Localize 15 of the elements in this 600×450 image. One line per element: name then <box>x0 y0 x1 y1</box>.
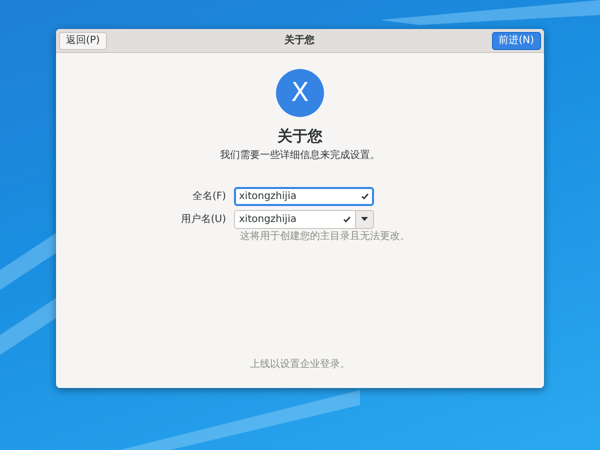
next-button[interactable]: 前进(N) <box>492 32 541 50</box>
window-title: 关于您 <box>284 34 314 48</box>
text-field[interactable]: xitongzhijia <box>234 210 356 228</box>
dropdown-button[interactable] <box>356 210 374 228</box>
hint-text: 这将用于创建您的主目录且无法更改。 <box>240 230 410 244</box>
text-field[interactable]: xitongzhijia <box>234 186 374 206</box>
caret-icon <box>361 217 368 221</box>
field-label: 全名(F) <box>191 190 226 204</box>
subtitle: 我们需要一些详细信息来完成设置。 <box>220 148 380 162</box>
field-label: 用户名(U) <box>180 212 226 226</box>
checkmark-icon <box>343 216 351 222</box>
avatar[interactable]: X <box>276 69 324 117</box>
checkmark-icon <box>361 192 369 200</box>
page-heading: 关于您 <box>278 126 322 147</box>
back-button[interactable]: 返回(P) <box>59 32 107 50</box>
